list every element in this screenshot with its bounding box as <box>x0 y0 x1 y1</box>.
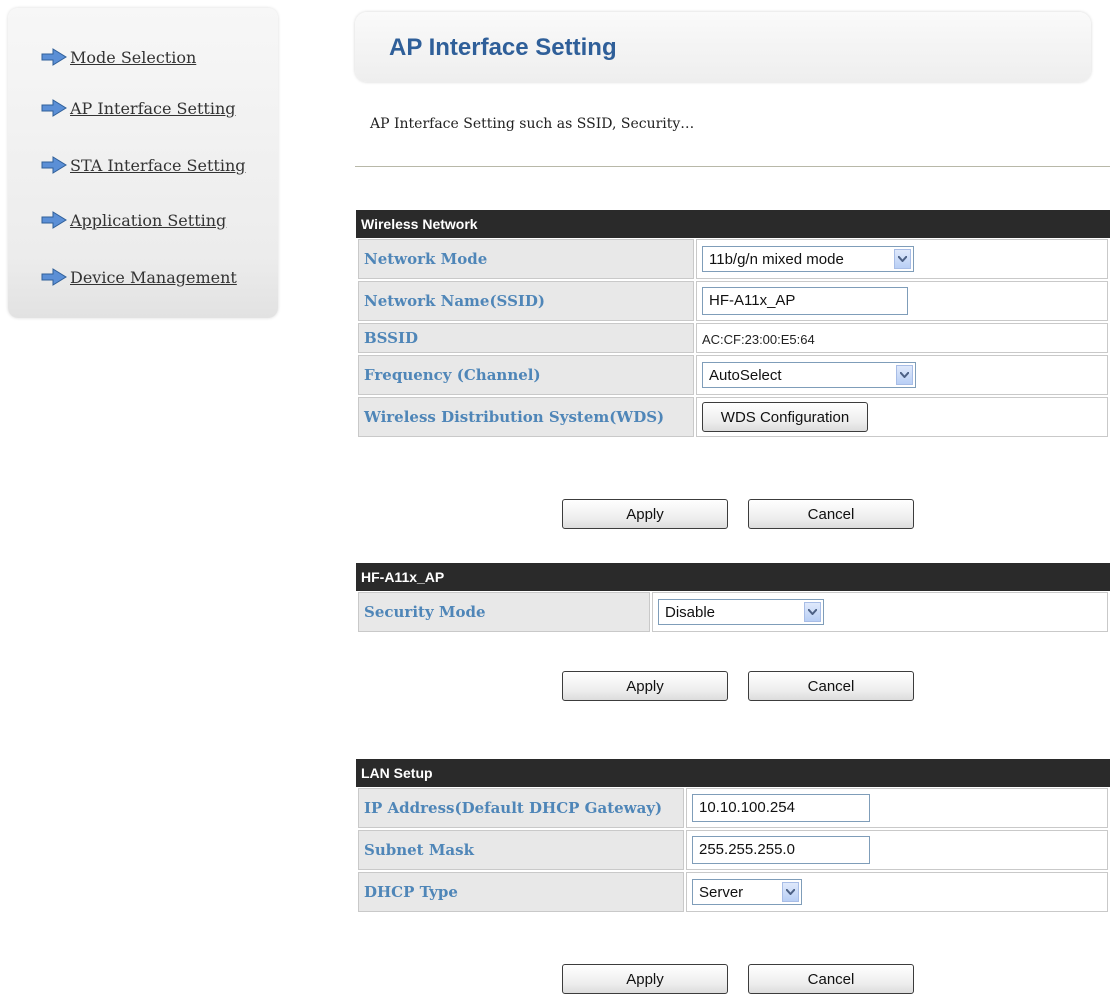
section-heading: HF-A11x_AP <box>356 563 1110 591</box>
chevron-down-icon[interactable] <box>896 365 913 385</box>
apply-button[interactable]: Apply <box>562 964 728 994</box>
frequency-cell: AutoSelect <box>696 355 1108 395</box>
frequency-select[interactable]: AutoSelect <box>702 362 916 388</box>
security-actions: Apply Cancel <box>562 671 914 701</box>
table-row: BSSID AC:CF:23:00:E5:64 <box>358 323 1108 353</box>
apply-button[interactable]: Apply <box>562 499 728 529</box>
ssid-cell: HF-A11x_AP <box>696 281 1108 321</box>
sidebar-item-label: Mode Selection <box>70 47 197 67</box>
page-description: AP Interface Setting such as SSID, Secur… <box>370 116 695 132</box>
table-row: Network Name(SSID) HF-A11x_AP <box>358 281 1108 321</box>
sidebar-item-device-management[interactable]: Device Management <box>40 265 237 289</box>
network-mode-cell: 11b/g/n mixed mode <box>696 239 1108 279</box>
security-mode-value: Disable <box>665 603 716 621</box>
subnet-mask-cell: 255.255.255.0 <box>686 830 1108 870</box>
wds-label: Wireless Distribution System(WDS) <box>358 397 694 437</box>
ip-address-input[interactable]: 10.10.100.254 <box>692 794 870 822</box>
network-mode-label: Network Mode <box>358 239 694 279</box>
wds-cell: WDS Configuration <box>696 397 1108 437</box>
dhcp-type-cell: Server <box>686 872 1108 912</box>
bssid-value: AC:CF:23:00:E5:64 <box>702 331 815 347</box>
table-row: Wireless Distribution System(WDS) WDS Co… <box>358 397 1108 437</box>
sidebar-item-label: Application Setting <box>70 210 227 230</box>
sidebar-item-mode-selection[interactable]: Mode Selection <box>40 45 196 69</box>
cancel-button[interactable]: Cancel <box>748 671 914 701</box>
security-table: Security Mode Disable <box>356 590 1110 634</box>
ssid-input[interactable]: HF-A11x_AP <box>702 287 908 315</box>
lan-actions: Apply Cancel <box>562 964 914 994</box>
ssid-label: Network Name(SSID) <box>358 281 694 321</box>
table-row: Network Mode 11b/g/n mixed mode <box>358 239 1108 279</box>
arrow-right-icon <box>41 48 67 66</box>
cancel-button[interactable]: Cancel <box>748 964 914 994</box>
security-mode-label: Security Mode <box>358 592 650 632</box>
sidebar-item-label: Device Management <box>70 267 237 287</box>
network-mode-value: 11b/g/n mixed mode <box>709 250 844 268</box>
security-mode-cell: Disable <box>652 592 1108 632</box>
sidebar-item-application[interactable]: Application Setting <box>40 208 226 232</box>
arrow-right-icon <box>41 156 67 174</box>
security-mode-select[interactable]: Disable <box>658 599 824 625</box>
frequency-value: AutoSelect <box>709 366 782 384</box>
ip-address-cell: 10.10.100.254 <box>686 788 1108 828</box>
divider <box>355 166 1110 167</box>
wds-configuration-button[interactable]: WDS Configuration <box>702 402 868 432</box>
section-heading: LAN Setup <box>356 759 1110 787</box>
ip-address-label: IP Address(Default DHCP Gateway) <box>358 788 684 828</box>
sidebar-item-label: AP Interface Setting <box>70 98 236 118</box>
sidebar-item-label: STA Interface Setting <box>70 155 246 175</box>
apply-button[interactable]: Apply <box>562 671 728 701</box>
table-row: IP Address(Default DHCP Gateway) 10.10.1… <box>358 788 1108 828</box>
chevron-down-icon[interactable] <box>804 602 821 622</box>
wireless-actions: Apply Cancel <box>562 499 914 529</box>
lan-setup-table: IP Address(Default DHCP Gateway) 10.10.1… <box>356 786 1110 914</box>
frequency-label: Frequency (Channel) <box>358 355 694 395</box>
bssid-cell: AC:CF:23:00:E5:64 <box>696 323 1108 353</box>
sidebar-item-ap-interface[interactable]: AP Interface Setting <box>40 96 236 120</box>
table-row: Security Mode Disable <box>358 592 1108 632</box>
table-row: Subnet Mask 255.255.255.0 <box>358 830 1108 870</box>
cancel-button[interactable]: Cancel <box>748 499 914 529</box>
lan-setup-section: LAN Setup IP Address(Default DHCP Gatewa… <box>356 759 1110 914</box>
table-row: Frequency (Channel) AutoSelect <box>358 355 1108 395</box>
arrow-right-icon <box>41 99 67 117</box>
chevron-down-icon[interactable] <box>782 882 799 902</box>
dhcp-type-label: DHCP Type <box>358 872 684 912</box>
section-heading: Wireless Network <box>356 210 1110 238</box>
arrow-right-icon <box>41 211 67 229</box>
chevron-down-icon[interactable] <box>894 249 911 269</box>
network-mode-select[interactable]: 11b/g/n mixed mode <box>702 246 914 272</box>
sidebar-item-sta-interface[interactable]: STA Interface Setting <box>40 153 246 177</box>
subnet-mask-input[interactable]: 255.255.255.0 <box>692 836 870 864</box>
sidebar: Mode Selection AP Interface Setting STA … <box>8 8 278 318</box>
bssid-label: BSSID <box>358 323 694 353</box>
wireless-network-table: Network Mode 11b/g/n mixed mode Network … <box>356 237 1110 439</box>
page-title: AP Interface Setting <box>389 34 617 61</box>
wireless-network-section: Wireless Network Network Mode 11b/g/n mi… <box>356 210 1110 439</box>
page-header: AP Interface Setting <box>355 12 1091 82</box>
arrow-right-icon <box>41 268 67 286</box>
dhcp-type-select[interactable]: Server <box>692 879 802 905</box>
table-row: DHCP Type Server <box>358 872 1108 912</box>
dhcp-type-value: Server <box>699 883 744 901</box>
subnet-mask-label: Subnet Mask <box>358 830 684 870</box>
security-section: HF-A11x_AP Security Mode Disable <box>356 563 1110 634</box>
